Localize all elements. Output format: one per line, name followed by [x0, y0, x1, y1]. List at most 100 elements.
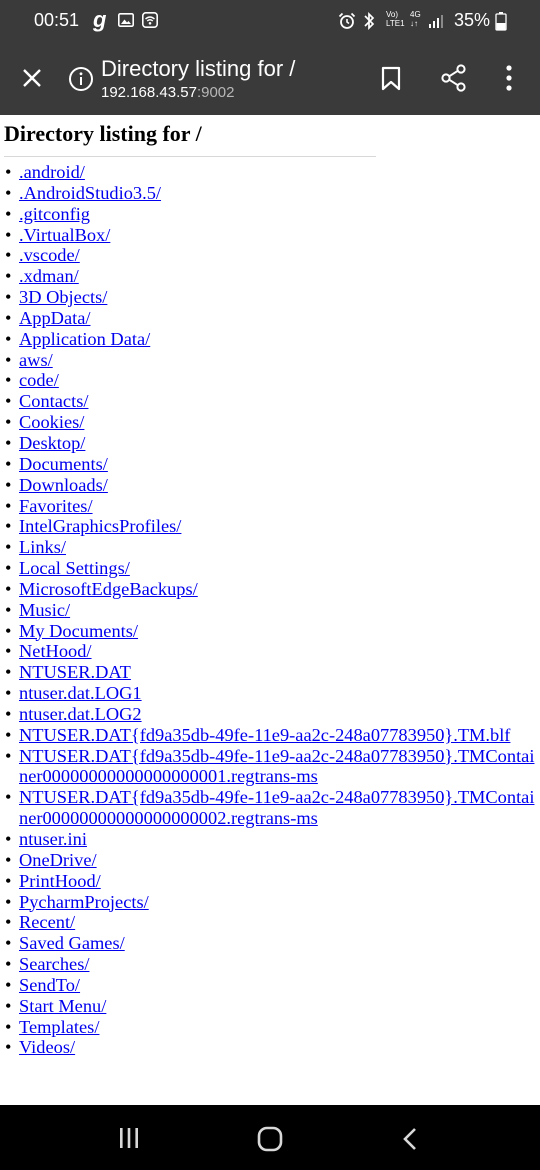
directory-entry-link[interactable]: NTUSER.DAT{fd9a35db-49fe-11e9-aa2c-248a0…: [19, 787, 534, 828]
system-nav-bar: [0, 1105, 540, 1170]
list-bullet: •: [5, 453, 12, 474]
list-bullet: •: [5, 516, 12, 537]
battery-level: 35%: [454, 10, 491, 30]
list-bullet: •: [5, 432, 12, 453]
directory-entry-link[interactable]: Saved Games/: [19, 933, 125, 953]
directory-entry-link[interactable]: .vscode/: [19, 245, 80, 265]
list-bullet: •: [5, 245, 12, 266]
directory-entry-link[interactable]: SendTo/: [19, 975, 80, 995]
list-bullet: •: [5, 620, 12, 641]
directory-entry-link[interactable]: IntelGraphicsProfiles/: [19, 516, 181, 536]
list-item: • Start Menu/: [0, 996, 540, 1017]
directory-entry-link[interactable]: NetHood/: [19, 641, 92, 661]
list-item: • .android/: [0, 162, 540, 183]
directory-entry-link[interactable]: Recent/: [19, 912, 75, 932]
directory-entry-link[interactable]: Application Data/: [19, 329, 150, 349]
page-content: Directory listing for / • .android/ • .Andr…: [0, 115, 540, 1105]
directory-entry-link[interactable]: NTUSER.DAT{fd9a35db-49fe-11e9-aa2c-248a0…: [19, 746, 534, 787]
directory-entry-link[interactable]: Templates/: [19, 1017, 99, 1037]
list-item: • PycharmProjects/: [0, 892, 540, 913]
bluetooth-icon: [364, 11, 375, 31]
list-bullet: •: [5, 370, 12, 391]
directory-entry-link[interactable]: Searches/: [19, 954, 89, 974]
recents-icon[interactable]: [118, 1127, 140, 1149]
directory-entry-link[interactable]: Cookies/: [19, 412, 84, 432]
list-item: • Cookies/: [0, 412, 540, 433]
list-item: • ntuser.ini: [0, 829, 540, 850]
directory-entry-link[interactable]: Favorites/: [19, 496, 93, 516]
list-bullet: •: [5, 537, 12, 558]
directory-entry-link[interactable]: ntuser.dat.LOG1: [19, 683, 142, 703]
list-bullet: •: [5, 745, 12, 766]
list-item: • Recent/: [0, 912, 540, 933]
heading-divider: [4, 156, 376, 157]
back-icon[interactable]: [402, 1127, 418, 1151]
directory-entry-link[interactable]: Music/: [19, 600, 70, 620]
browser-toolbar: Directory listing for / 192.168.43.57:90…: [0, 42, 540, 115]
list-item: • Templates/: [0, 1017, 540, 1038]
list-bullet: •: [5, 849, 12, 870]
directory-entry-link[interactable]: AppData/: [19, 308, 91, 328]
list-item: • .xdman/: [0, 266, 540, 287]
list-bullet: •: [5, 662, 12, 683]
directory-entry-link[interactable]: Links/: [19, 537, 66, 557]
volte-bottom: LTE1: [386, 19, 405, 28]
list-item: • NTUSER.DAT{fd9a35db-49fe-11e9-aa2c-248a…: [0, 787, 540, 829]
directory-entry-link[interactable]: PrintHood/: [19, 871, 101, 891]
list-bullet: •: [5, 474, 12, 495]
directory-entry-link[interactable]: NTUSER.DAT{fd9a35db-49fe-11e9-aa2c-248a0…: [19, 725, 510, 745]
directory-entry-link[interactable]: MicrosoftEdgeBackups/: [19, 579, 198, 599]
directory-entry-link[interactable]: ntuser.ini: [19, 829, 87, 849]
volte-indicator: Vo) LTE1: [386, 10, 405, 28]
list-bullet: •: [5, 287, 12, 308]
share-icon[interactable]: [440, 64, 468, 92]
directory-entry-link[interactable]: Contacts/: [19, 391, 88, 411]
signal-icon: [429, 15, 443, 28]
list-item: • Desktop/: [0, 433, 540, 454]
directory-entry-link[interactable]: Desktop/: [19, 433, 85, 453]
list-item: • .vscode/: [0, 245, 540, 266]
list-bullet: •: [5, 870, 12, 891]
list-bullet: •: [5, 1037, 12, 1058]
home-icon[interactable]: [257, 1126, 283, 1152]
directory-entry-link[interactable]: PycharmProjects/: [19, 892, 149, 912]
page-url[interactable]: 192.168.43.57:9002: [101, 84, 234, 101]
directory-entry-link[interactable]: code/: [19, 370, 59, 390]
toolbar-page-title[interactable]: Directory listing for /: [101, 56, 295, 82]
bookmark-icon[interactable]: [380, 66, 402, 92]
directory-entry-link[interactable]: .gitconfig: [19, 204, 90, 224]
directory-entry-link[interactable]: .xdman/: [19, 266, 79, 286]
list-bullet: •: [5, 829, 12, 849]
network-type: 4G: [410, 10, 421, 19]
list-bullet: •: [5, 995, 12, 1016]
close-icon[interactable]: [20, 66, 44, 90]
volte-top: Vo): [386, 10, 399, 19]
directory-entry-link[interactable]: .VirtualBox/: [19, 225, 110, 245]
directory-entry-link[interactable]: ntuser.dat.LOG2: [19, 704, 142, 724]
directory-entry-link[interactable]: Downloads/: [19, 475, 108, 495]
directory-entry-link[interactable]: Videos/: [19, 1037, 75, 1057]
directory-entry-link[interactable]: .AndroidStudio3.5/: [19, 183, 161, 203]
list-bullet: •: [5, 182, 12, 203]
directory-entry-link[interactable]: aws/: [19, 350, 53, 370]
list-item: • .AndroidStudio3.5/: [0, 183, 540, 204]
list-item: • SendTo/: [0, 975, 540, 996]
directory-entry-link[interactable]: Documents/: [19, 454, 108, 474]
directory-entry-link[interactable]: Start Menu/: [19, 996, 106, 1016]
list-bullet: •: [5, 724, 12, 745]
directory-entry-link[interactable]: Local Settings/: [19, 558, 130, 578]
directory-entry-link[interactable]: NTUSER.DAT: [19, 662, 131, 682]
list-item: • PrintHood/: [0, 871, 540, 892]
info-icon[interactable]: [68, 66, 94, 92]
directory-listing: • .android/ • .AndroidStudio3.5/ • .gitconfig…: [0, 162, 540, 1058]
directory-entry-link[interactable]: 3D Objects/: [19, 287, 107, 307]
more-menu-icon[interactable]: [503, 64, 515, 92]
image-icon: [118, 13, 134, 27]
network-activity: ↓↑: [410, 19, 418, 28]
list-item: • Downloads/: [0, 475, 540, 496]
list-bullet: •: [5, 162, 12, 182]
directory-entry-link[interactable]: My Documents/: [19, 621, 138, 641]
list-item: • Local Settings/: [0, 558, 540, 579]
directory-entry-link[interactable]: .android/: [19, 162, 85, 182]
directory-entry-link[interactable]: OneDrive/: [19, 850, 97, 870]
